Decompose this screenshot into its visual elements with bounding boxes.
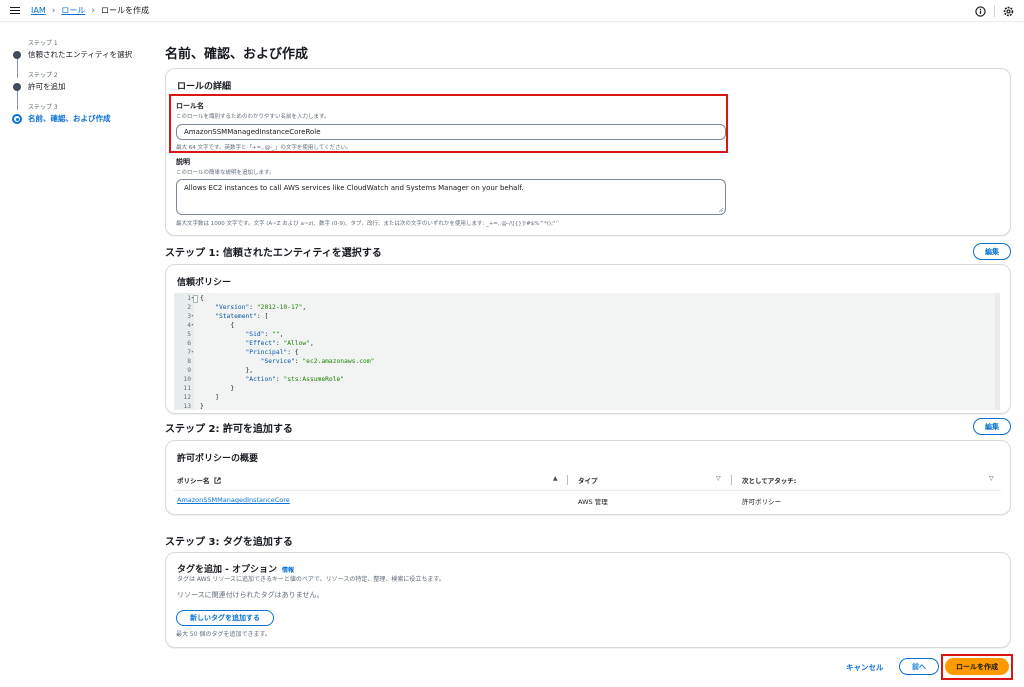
step-dot-icon: [13, 51, 21, 59]
code-line: "Effect": "Allow",: [245, 340, 314, 347]
divider: [994, 5, 995, 17]
step-label: ステップ 1: [28, 40, 58, 47]
step-2[interactable]: ステップ 2 許可を追加: [13, 70, 153, 110]
column-label: ポリシー名: [177, 477, 210, 485]
table-row: AmazonSSMManagedInstanceCore: [177, 496, 290, 504]
line-number: 3: [187, 313, 191, 320]
highlight-box: [169, 94, 728, 153]
sort-icon[interactable]: ▽: [716, 475, 721, 482]
info-circle-icon[interactable]: [975, 5, 986, 17]
code-line: "Principal": {: [245, 349, 299, 356]
page-title: 名前、確認、および作成: [165, 47, 309, 62]
tags-description: タグは AWS リソースに追加できるキーと値のペアで、リソースの特定、整理、検索…: [177, 576, 445, 583]
code-line: "Sid": "",: [245, 331, 284, 338]
line-number: 11: [183, 385, 191, 392]
step-current-icon: [12, 114, 22, 124]
wizard-steps: ステップ 1 信頼されたエンティティを選択 ステップ 2 許可を追加 ステップ …: [12, 38, 153, 134]
code-line: }: [200, 385, 235, 392]
info-link[interactable]: 情報: [282, 565, 294, 574]
card-title: ロールの詳細: [177, 82, 232, 92]
chevron-right-icon: ›: [51, 5, 56, 16]
column-header-attached-as[interactable]: 次としてアタッチ:: [742, 475, 796, 485]
card-title: 信頼ポリシー: [177, 278, 232, 288]
step-name: 名前、確認、および作成: [28, 114, 111, 123]
tags-card: タグを追加 - オプション 情報 タグは AWS リソースに追加できるキーと値の…: [165, 552, 1011, 648]
hamburger-icon[interactable]: [10, 6, 20, 15]
edit-step2-button[interactable]: 編集: [973, 418, 1011, 435]
breadcrumb: IAM › ロール › ロールを作成: [31, 5, 149, 16]
description-textarea[interactable]: Allows EC2 instances to call AWS service…: [176, 179, 726, 215]
code-line: {: [200, 322, 235, 329]
code-line: {: [200, 295, 204, 302]
previous-button[interactable]: 前へ: [899, 658, 939, 675]
line-number: 8: [187, 358, 191, 365]
line-number: 5: [187, 331, 191, 338]
line-number: 9: [187, 367, 191, 374]
policy-type: AWS 管理: [578, 498, 608, 506]
code-line: }: [200, 403, 204, 410]
description-hint: 最大文字数は 1000 文字です。文字 (A~Z および a~z)、数字 (0-…: [176, 221, 560, 227]
column-header-policy-name[interactable]: ポリシー名: [177, 475, 221, 485]
code-line: "Action": "sts:AssumeRole": [245, 376, 345, 383]
description-desc: このロールの簡単な説明を追加します。: [176, 170, 275, 176]
card-title: 許可ポリシーの概要: [177, 454, 259, 464]
line-number: 6: [187, 340, 191, 347]
fold-arrow-icon[interactable]: ▾: [191, 323, 194, 328]
line-number: 12: [183, 394, 191, 401]
no-tags-message: リソースに関連付けられたタグはありません。: [177, 591, 324, 599]
breadcrumb-current: ロールを作成: [100, 6, 149, 15]
step-dot-icon: [13, 83, 21, 91]
policy-attached-as: 許可ポリシー: [742, 498, 781, 506]
column-separator: [731, 475, 732, 485]
step1-heading: ステップ 1: 信頼されたエンティティを選択する: [165, 248, 382, 259]
column-separator: [567, 475, 568, 485]
step-1[interactable]: ステップ 1 信頼されたエンティティを選択: [13, 38, 153, 78]
breadcrumb-roles[interactable]: ロール: [61, 5, 85, 16]
chevron-right-icon: ›: [91, 5, 95, 16]
step-label: ステップ 3: [28, 104, 58, 111]
step-3: ステップ 3 名前、確認、および作成: [12, 102, 153, 134]
policy-link[interactable]: AmazonSSMManagedInstanceCore: [177, 496, 290, 504]
step3-heading: ステップ 3: タグを追加する: [165, 537, 293, 548]
table-divider: [174, 490, 1001, 491]
edit-step1-button[interactable]: 編集: [973, 243, 1011, 260]
line-number: 10: [183, 376, 191, 383]
code-line: ]: [200, 394, 219, 401]
editor-scrollbar[interactable]: [995, 293, 1000, 410]
add-tag-button[interactable]: 新しいタグを追加する: [176, 610, 274, 626]
description-value: Allows EC2 instances to call AWS service…: [184, 184, 524, 192]
gear-icon[interactable]: [1003, 6, 1014, 17]
description-field: 説明 このロールの簡単な説明を追加します。 Allows EC2 instanc…: [176, 157, 726, 227]
step-name: 信頼されたエンティティを選択: [28, 50, 133, 59]
line-number: 4: [187, 322, 191, 329]
breadcrumb-iam[interactable]: IAM: [31, 6, 46, 15]
resize-handle-icon[interactable]: [718, 207, 723, 212]
highlight-box: [941, 654, 1013, 680]
line-number: 7: [187, 349, 191, 356]
line-number: 1: [187, 295, 191, 302]
sort-icon[interactable]: ▽: [989, 475, 994, 482]
code-line: "Statement": [: [215, 313, 269, 320]
top-navigation-bar: IAM › ロール › ロールを作成: [0, 0, 1024, 22]
step2-heading: ステップ 2: 許可を追加する: [165, 424, 293, 435]
fold-arrow-icon[interactable]: ▾: [191, 314, 194, 319]
line-number: 2: [187, 304, 191, 311]
text-cursor: [193, 295, 198, 303]
external-link-icon: [214, 477, 221, 484]
trust-policy-code-editor[interactable]: 1 2 3 4 5 6 7 8 9 10 11 12 13 ▾ ▾ ▾ ▾ { …: [174, 293, 1000, 410]
sort-ascending-icon[interactable]: ▲: [553, 475, 558, 482]
description-label: 説明: [176, 158, 190, 166]
step-label: ステップ 2: [28, 72, 58, 79]
code-line: "Version": "2012-10-17",: [215, 304, 307, 311]
code-line: },: [200, 367, 254, 374]
code-line: "Service": "ec2.amazonaws.com": [260, 358, 375, 365]
column-header-type[interactable]: タイプ: [578, 475, 598, 485]
cancel-button[interactable]: キャンセル: [846, 662, 884, 673]
tags-limit-hint: 最大 50 個のタグを追加できます。: [176, 631, 271, 638]
step-name: 許可を追加: [28, 82, 66, 91]
fold-arrow-icon[interactable]: ▾: [191, 350, 194, 355]
line-number: 13: [183, 403, 191, 410]
